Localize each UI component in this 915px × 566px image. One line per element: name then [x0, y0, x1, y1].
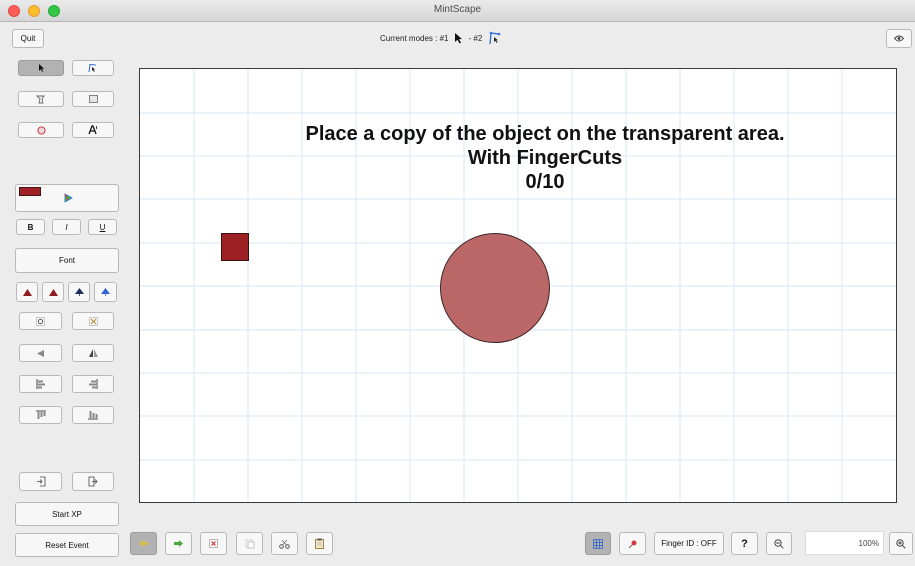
color-picker-button[interactable] — [15, 184, 119, 212]
text-icon — [88, 125, 98, 135]
undo-button[interactable] — [130, 532, 157, 555]
flip-vertical-button[interactable] — [72, 344, 114, 362]
zoom-in-icon — [896, 538, 906, 549]
circle-icon — [36, 125, 46, 135]
undo-arrow-icon — [138, 539, 149, 548]
copy-button[interactable] — [236, 532, 263, 555]
redo-button[interactable] — [165, 532, 192, 555]
align-left-button[interactable] — [19, 375, 62, 393]
bold-button[interactable]: B — [16, 219, 45, 235]
paint-bucket-icon — [63, 193, 73, 203]
align-top-button[interactable] — [19, 406, 62, 424]
align-top-icon — [35, 410, 46, 420]
triangle-up-navy-icon — [74, 288, 84, 296]
clipboard-icon — [315, 538, 324, 549]
scissors-icon — [279, 539, 290, 549]
red-square-object[interactable] — [221, 233, 249, 261]
ungroup-icon — [88, 316, 99, 327]
title-bar: MintScape — [0, 0, 915, 22]
rectangle-icon — [88, 95, 98, 103]
flip-horizontal-icon — [36, 349, 46, 358]
ellipse-tool-button[interactable] — [18, 122, 64, 138]
lasso-icon — [36, 94, 46, 104]
mode-separator: - #2 — [468, 33, 483, 43]
window-title: MintScape — [433, 4, 482, 15]
grid-toggle-button[interactable] — [585, 532, 611, 555]
pin-button[interactable] — [619, 532, 646, 555]
start-xp-button[interactable]: Start XP — [15, 502, 119, 526]
select-tool-button[interactable] — [18, 60, 64, 76]
current-modes-indicator: Current modes : #1 - #2 — [380, 31, 550, 45]
lasso-tool-button[interactable] — [18, 91, 64, 107]
flip-horizontal-button[interactable] — [19, 344, 62, 362]
eye-icon — [894, 35, 904, 42]
progress-counter: 0/10 — [525, 171, 565, 193]
zoom-out-button[interactable] — [766, 532, 792, 555]
text-tool-button[interactable] — [72, 122, 114, 138]
paste-button[interactable] — [306, 532, 333, 555]
drawing-canvas[interactable]: Place a copy of the object on the transp… — [139, 68, 897, 503]
rectangle-tool-button[interactable] — [72, 91, 114, 107]
arrow-cursor-icon — [38, 64, 45, 72]
bring-to-front-button[interactable] — [16, 282, 38, 302]
italic-button[interactable]: I — [52, 219, 81, 235]
help-button[interactable]: ? — [731, 532, 758, 555]
finger-id-toggle[interactable]: Finger ID : OFF — [654, 532, 724, 555]
delete-icon — [209, 539, 218, 548]
triangle-up-blue-icon — [101, 288, 110, 296]
zoom-level-field[interactable]: 100% — [805, 531, 884, 555]
grid-icon — [593, 538, 603, 549]
send-to-back-button[interactable] — [94, 282, 117, 302]
pin-icon — [628, 539, 638, 549]
zoom-in-button[interactable] — [889, 532, 913, 555]
align-left-icon — [36, 379, 46, 389]
import-button[interactable] — [19, 472, 62, 491]
ungroup-button[interactable] — [72, 312, 114, 330]
instruction-text: Place a copy of the object on the transp… — [305, 123, 785, 145]
view-toggle-button[interactable] — [886, 29, 912, 48]
selected-color-swatch — [19, 187, 41, 196]
zoom-out-icon — [774, 538, 784, 549]
group-icon — [35, 316, 46, 327]
export-button[interactable] — [72, 472, 114, 491]
align-bottom-icon — [88, 410, 98, 420]
finger-cut-icon — [488, 31, 502, 45]
quit-button[interactable]: Quit — [12, 29, 44, 48]
triangle-up-red-icon — [48, 288, 58, 296]
group-button[interactable] — [19, 312, 62, 330]
cut-button[interactable] — [271, 532, 298, 555]
align-right-button[interactable] — [72, 375, 114, 393]
instruction-subtitle: With FingerCuts — [467, 147, 623, 169]
redo-arrow-icon — [173, 539, 184, 548]
align-bottom-button[interactable] — [72, 406, 114, 424]
finger-cut-icon — [87, 63, 99, 73]
font-button[interactable]: Font — [15, 248, 119, 273]
triangle-up-red-icon — [22, 288, 32, 296]
reset-event-button[interactable]: Reset Event — [15, 533, 119, 557]
flip-vertical-icon — [88, 348, 99, 358]
copy-icon — [245, 539, 255, 549]
export-icon — [88, 476, 98, 487]
current-modes-label: Current modes : #1 — [380, 33, 449, 43]
import-icon — [36, 476, 46, 487]
finger-cut-tool-button[interactable] — [72, 60, 114, 76]
transparent-circle-area[interactable] — [440, 233, 550, 343]
arrow-cursor-icon — [454, 32, 463, 44]
underline-button[interactable]: U — [88, 219, 117, 235]
send-backward-button[interactable] — [68, 282, 90, 302]
bring-forward-button[interactable] — [42, 282, 64, 302]
align-right-icon — [88, 379, 98, 389]
delete-button[interactable] — [200, 532, 227, 555]
